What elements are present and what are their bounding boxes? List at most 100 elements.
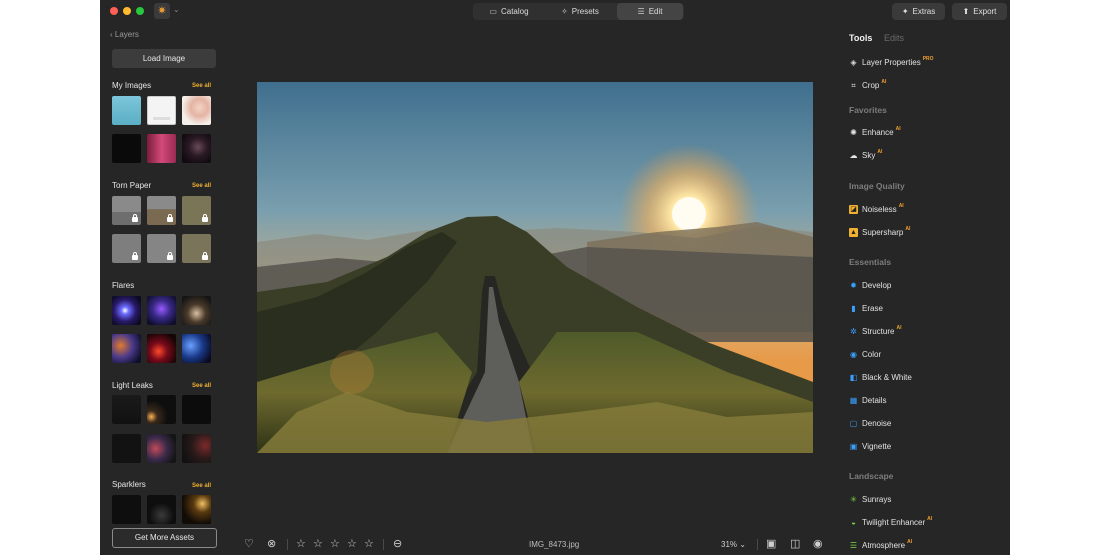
tool-label: Supersharp	[862, 227, 904, 237]
see-all-light-leaks-link[interactable]: See all	[192, 383, 211, 389]
structure-icon: ✲	[850, 326, 857, 336]
lock-icon	[132, 252, 138, 260]
tool-erase[interactable]: ▮ Erase	[849, 302, 883, 314]
ai-badge: AI	[896, 325, 902, 331]
cloud-icon: ☁	[849, 150, 858, 160]
star-icon[interactable]: ☆	[347, 538, 357, 550]
torn-paper-thumb[interactable]	[112, 234, 141, 263]
my-image-thumb[interactable]	[147, 134, 176, 163]
minimize-window-button[interactable]	[123, 7, 131, 15]
tool-atmosphere[interactable]: ☰ Atmosphere AI	[849, 539, 912, 551]
enhance-icon: ✺	[850, 127, 857, 137]
my-image-thumb[interactable]	[112, 134, 141, 163]
tool-twilight-enhancer[interactable]: ◒ Twilight Enhancer AI	[849, 516, 932, 528]
star-icon[interactable]: ☆	[364, 538, 374, 550]
tool-noiseless[interactable]: ◪ Noiseless AI	[849, 203, 904, 215]
tab-edit[interactable]: ☰ Edit	[617, 3, 683, 20]
sparkler-thumb[interactable]	[112, 495, 141, 524]
close-window-button[interactable]	[110, 7, 118, 15]
back-to-layers-link[interactable]: ‹ Layers	[110, 30, 139, 39]
eraser-icon: ▮	[851, 303, 856, 313]
tool-develop[interactable]: ✹ Develop	[849, 279, 891, 291]
my-image-thumb[interactable]	[182, 134, 211, 163]
torn-paper-thumb[interactable]	[147, 196, 176, 225]
light-leak-thumb[interactable]	[182, 395, 211, 424]
heart-icon[interactable]: ♡	[244, 538, 254, 550]
light-leak-thumb[interactable]	[112, 434, 141, 463]
eye-icon[interactable]: ◉	[813, 538, 823, 550]
color-icon: ◉	[850, 349, 857, 359]
tool-crop[interactable]: ⌗ Crop AI	[849, 79, 886, 91]
title-bar: ✷ ⌄ ▭ Catalog ✧ Presets ☰ Edit ✦ Extras …	[100, 0, 1010, 22]
my-image-thumb[interactable]	[147, 96, 176, 125]
my-image-thumb[interactable]	[112, 96, 141, 125]
star-icon[interactable]: ☆	[296, 538, 306, 550]
lock-icon	[132, 214, 138, 222]
zoom-dropdown[interactable]: 31% ⌄	[721, 540, 746, 549]
app-window: ✷ ⌄ ▭ Catalog ✧ Presets ☰ Edit ✦ Extras …	[100, 0, 1010, 555]
compare-icon[interactable]: ◫	[790, 538, 800, 550]
tab-edits[interactable]: Edits	[884, 33, 904, 43]
zoom-window-button[interactable]	[136, 7, 144, 15]
flare-thumb[interactable]	[182, 296, 211, 325]
tool-structure[interactable]: ✲ Structure AI	[849, 325, 901, 337]
flare-thumb[interactable]	[182, 334, 211, 363]
sparkle-icon: ✦	[901, 7, 909, 16]
divider	[383, 539, 384, 550]
torn-paper-thumb[interactable]	[182, 234, 211, 263]
more-options-icon[interactable]: ⊖	[393, 538, 402, 550]
my-image-thumb[interactable]	[182, 96, 211, 125]
reject-icon[interactable]: ⊗	[267, 538, 276, 550]
ai-badge: AI	[881, 79, 887, 85]
tab-tools[interactable]: Tools	[849, 33, 872, 43]
light-leak-thumb[interactable]	[182, 434, 211, 463]
section-title-light-leaks: Light Leaks	[112, 381, 153, 390]
get-more-assets-button[interactable]: Get More Assets	[112, 528, 217, 548]
tool-details[interactable]: ▦ Details	[849, 394, 887, 406]
tool-black-white[interactable]: ◧ Black & White	[849, 371, 912, 383]
tool-sunrays[interactable]: ✳ Sunrays	[849, 493, 891, 505]
star-icon[interactable]: ☆	[313, 538, 323, 550]
see-all-torn-paper-link[interactable]: See all	[192, 183, 211, 189]
file-name-label: IMG_8473.jpg	[529, 540, 580, 549]
tab-catalog[interactable]: ▭ Catalog	[473, 3, 545, 20]
sparkler-thumb[interactable]	[147, 495, 176, 524]
torn-paper-thumb[interactable]	[112, 196, 141, 225]
sparkler-thumb[interactable]	[182, 495, 211, 524]
tab-presets[interactable]: ✧ Presets	[545, 3, 615, 20]
light-leak-thumb[interactable]	[147, 395, 176, 424]
group-title-favorites: Favorites	[849, 105, 887, 115]
chevron-down-icon[interactable]: ⌄	[173, 5, 180, 14]
see-all-sparklers-link[interactable]: See all	[192, 483, 211, 489]
flare-thumb[interactable]	[147, 296, 176, 325]
tool-color[interactable]: ◉ Color	[849, 348, 881, 360]
canvas-photo[interactable]	[257, 82, 813, 453]
export-button[interactable]: ⬆ Export	[952, 3, 1007, 20]
star-icon[interactable]: ☆	[330, 538, 340, 550]
tool-sky[interactable]: ☁ Sky AI	[849, 149, 883, 161]
tool-label: Enhance	[862, 127, 894, 137]
tool-label: Erase	[862, 303, 883, 313]
group-title-image-quality: Image Quality	[849, 181, 905, 191]
filmstrip-icon[interactable]: ▣	[766, 538, 776, 550]
flare-thumb[interactable]	[112, 334, 141, 363]
light-leak-thumb[interactable]	[112, 395, 141, 424]
light-leak-thumb[interactable]	[147, 434, 176, 463]
flare-thumb[interactable]	[112, 296, 141, 325]
torn-paper-thumb[interactable]	[147, 234, 176, 263]
tool-layer-properties[interactable]: ◈ Layer Properties PRO	[849, 56, 933, 68]
black-white-icon: ◧	[849, 372, 858, 382]
back-link-label: Layers	[114, 30, 139, 39]
tool-vignette[interactable]: ▣ Vignette	[849, 440, 892, 452]
sun-logo-icon[interactable]: ✷	[154, 3, 170, 19]
tool-enhance[interactable]: ✺ Enhance AI	[849, 126, 900, 138]
torn-paper-thumb[interactable]	[182, 196, 211, 225]
export-label: Export	[973, 7, 997, 16]
tool-label: Color	[862, 349, 882, 359]
tool-supersharp[interactable]: ▲ Supersharp AI	[849, 226, 910, 238]
extras-button[interactable]: ✦ Extras	[892, 3, 945, 20]
see-all-my-images-link[interactable]: See all	[192, 83, 211, 89]
tool-denoise[interactable]: ▢ Denoise	[849, 417, 892, 429]
flare-thumb[interactable]	[147, 334, 176, 363]
load-image-button[interactable]: Load Image	[112, 49, 216, 68]
